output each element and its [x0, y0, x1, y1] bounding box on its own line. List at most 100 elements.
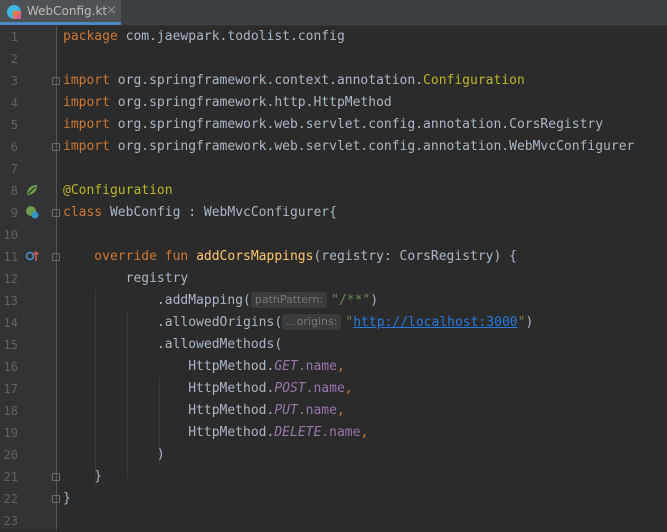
code-text: .allowedOrigins(...origins: "http://local… [63, 312, 533, 334]
code-segment: com.jaewpark.todolist.config [117, 29, 345, 44]
code-line: 18 HttpMethod.PUT.name, [0, 400, 667, 422]
kotlin-file-icon [7, 5, 21, 19]
code-segment: org.springframework.web.servlet.config.a… [109, 117, 604, 132]
code-line: 15 .allowedMethods( [0, 334, 667, 356]
line-number: 10 [3, 228, 18, 242]
code-segment: registry [63, 271, 189, 286]
line-number: 9 [10, 206, 18, 220]
line-number: 14 [3, 316, 18, 330]
keyword: import [63, 73, 110, 88]
annotation: @Configuration [63, 183, 173, 198]
code-line: 2 [0, 48, 667, 70]
url-link[interactable]: http://localhost:3000 [353, 315, 517, 330]
keyword: import [63, 95, 110, 110]
code-line: 17 HttpMethod.POST.name, [0, 378, 667, 400]
code-segment: .addMapping( [63, 293, 251, 308]
code-line: 19 HttpMethod.DELETE.name, [0, 422, 667, 444]
parameter-hint: pathPattern: [250, 292, 328, 308]
code-segment: org.springframework.context.annotation. [109, 73, 424, 88]
code-text: registry [63, 268, 189, 290]
tab-label: WebConfig.kt [27, 4, 108, 18]
code-line: 22 } [0, 488, 667, 510]
enum-constant: GET [274, 359, 298, 374]
code-text: import org.springframework.web.servlet.c… [63, 114, 603, 136]
keyword: import [63, 117, 110, 132]
code-segment: org.springframework.http.HttpMethod [109, 95, 392, 110]
code-text: package com.jaewpark.todolist.config [63, 26, 345, 48]
comma: , [360, 425, 369, 440]
enum-constant: PUT [274, 403, 298, 418]
line-number: 11 [3, 250, 18, 264]
code-segment: .allowedOrigins( [63, 315, 283, 330]
code-line: 7 [0, 158, 667, 180]
code-line: 10 [0, 224, 667, 246]
line-number: 13 [3, 294, 18, 308]
line-number: 16 [3, 360, 18, 374]
line-number: 23 [3, 514, 18, 528]
line-number: 8 [10, 184, 18, 198]
line-number: 4 [10, 96, 18, 110]
code-line: 13 .addMapping(pathPattern: "/**") [0, 290, 667, 312]
code-line: 1 package com.jaewpark.todolist.config [0, 26, 667, 48]
line-number: 5 [10, 118, 18, 132]
code-segment: HttpMethod. [63, 359, 275, 374]
code-line: 4 import org.springframework.http.HttpMe… [0, 92, 667, 114]
code-line: 23 [0, 510, 667, 532]
code-segment: } [63, 469, 103, 484]
code-segment: .allowedMethods( [63, 337, 283, 352]
parameter-hint: ...origins: [282, 314, 342, 330]
code-line: 21 } [0, 466, 667, 488]
code-text: @Configuration [63, 180, 173, 202]
code-line: 6 import org.springframework.web.servlet… [0, 136, 667, 158]
enum-constant: DELETE [274, 425, 322, 440]
code-text: } [63, 488, 71, 510]
code-text: .allowedMethods( [63, 334, 282, 356]
keyword: override fun [63, 249, 197, 264]
code-editor[interactable]: 1 package com.jaewpark.todolist.config 2… [0, 26, 667, 530]
line-number: 19 [3, 426, 18, 440]
code-line: 9 class WebConfig : WebMvcConfigurer{ [0, 202, 667, 224]
line-number: 2 [10, 52, 18, 66]
code-segment: (registry: CorsRegistry) { [313, 249, 517, 264]
code-segment: org.springframework.web.servlet.config.a… [109, 139, 635, 154]
comma: , [344, 381, 353, 396]
line-number: 20 [3, 448, 18, 462]
line-number: 1 [10, 30, 18, 44]
code-text: import org.springframework.http.HttpMeth… [63, 92, 392, 114]
code-segment: } [63, 491, 71, 506]
code-line: 16 HttpMethod.GET.name, [0, 356, 667, 378]
enum-constant: POST [274, 381, 306, 396]
line-number: 22 [3, 492, 18, 506]
property: .name [297, 359, 337, 374]
code-text: import org.springframework.context.annot… [63, 70, 525, 92]
code-segment: WebConfig : WebMvcConfigurer{ [102, 205, 337, 220]
line-number: 15 [3, 338, 18, 352]
function-name: addCorsMappings [196, 249, 314, 264]
code-text: HttpMethod.GET.name, [63, 356, 345, 378]
code-line: 3 import org.springframework.context.ann… [0, 70, 667, 92]
code-segment: HttpMethod. [63, 425, 275, 440]
line-number: 17 [3, 382, 18, 396]
code-text: .addMapping(pathPattern: "/**") [63, 290, 378, 312]
code-text: ) [63, 444, 165, 466]
code-line: 8 @Configuration [0, 180, 667, 202]
code-text: HttpMethod.DELETE.name, [63, 422, 368, 444]
tab-webconfig[interactable]: WebConfig.kt × [0, 0, 121, 25]
string-literal: "/**" [331, 293, 371, 308]
property: .name [297, 403, 337, 418]
code-segment: HttpMethod. [63, 403, 275, 418]
code-segment: ) [525, 315, 534, 330]
code-line: 5 import org.springframework.web.servlet… [0, 114, 667, 136]
code-text: HttpMethod.PUT.name, [63, 400, 345, 422]
code-segment: ) [63, 447, 165, 462]
keyword: class [63, 205, 103, 220]
comma: , [336, 403, 345, 418]
line-number: 21 [3, 470, 18, 484]
code-line: 20 ) [0, 444, 667, 466]
code-line: 12 registry [0, 268, 667, 290]
code-segment: HttpMethod. [63, 381, 275, 396]
code-text: import org.springframework.web.servlet.c… [63, 136, 634, 158]
property: .name [305, 381, 345, 396]
close-icon[interactable]: × [106, 3, 117, 18]
line-number: 6 [10, 140, 18, 154]
